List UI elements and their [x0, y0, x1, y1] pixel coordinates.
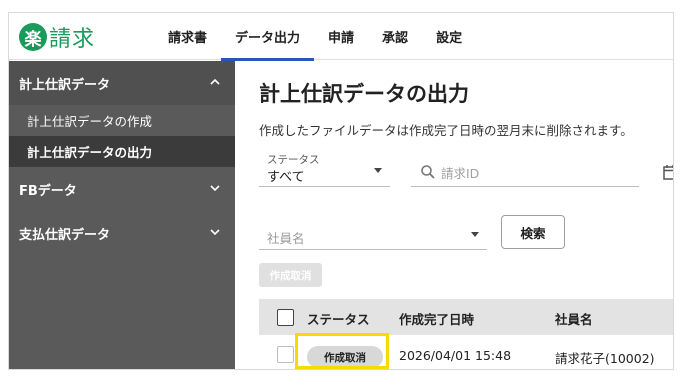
column-header-status[interactable]: ステータス [307, 309, 370, 328]
logo-mark-icon: 楽 [19, 23, 47, 51]
employee-select[interactable]: 社員名 [259, 222, 487, 250]
app-logo[interactable]: 楽 請求 [19, 21, 95, 53]
sidebar-section-fb-data[interactable]: FBデータ [9, 167, 235, 211]
main-content: 計上仕訳データの出力 作成したファイルデータは作成完了日時の翌月末に削除されます… [235, 61, 674, 369]
request-id-input[interactable] [441, 163, 631, 183]
employee-cell: 請求花子(10002) [555, 351, 655, 366]
dropdown-caret-icon [471, 232, 479, 237]
table-header: ステータス 作成完了日時 社員名 [259, 299, 673, 335]
sidebar-section-journal-data[interactable]: 計上仕訳データ [9, 61, 235, 105]
nav-data-output[interactable]: データ出力 [221, 13, 315, 61]
status-select-label: ステータス [267, 154, 320, 166]
calendar-icon[interactable] [663, 164, 674, 180]
journal-table: ステータス 作成完了日時 社員名 作成取消 2026/04/01 15:48 請… [259, 299, 673, 369]
column-header-employee[interactable]: 社員名 [555, 309, 593, 328]
chevron-up-icon [210, 78, 220, 85]
row-checkbox[interactable] [277, 346, 294, 363]
status-select-value: すべて [267, 170, 305, 185]
dropdown-caret-icon [374, 168, 382, 173]
app-window: 楽 請求 請求書 データ出力 申請 承認 設定 計上仕訳データ 計上仕訳データの… [8, 12, 674, 370]
request-id-search [411, 159, 639, 187]
employee-select-placeholder: 社員名 [267, 231, 305, 246]
sidebar-section-payment-journal[interactable]: 支払仕訳データ [9, 211, 235, 255]
sidebar-section-label: 支払仕訳データ [19, 227, 111, 243]
nav-applications[interactable]: 申請 [314, 13, 368, 60]
nav-invoices[interactable]: 請求書 [154, 13, 221, 60]
column-header-completed-at[interactable]: 作成完了日時 [399, 309, 474, 328]
completed-at-cell: 2026/04/01 15:48 [399, 348, 512, 363]
highlight-box [295, 333, 389, 369]
sidebar-section-label: 計上仕訳データ [19, 77, 111, 93]
select-all-checkbox[interactable] [277, 309, 294, 326]
search-button[interactable]: 検索 [501, 215, 565, 249]
top-header: 楽 請求 請求書 データ出力 申請 承認 設定 [9, 13, 673, 61]
sidebar-item-create-journal[interactable]: 計上仕訳データの作成 [9, 105, 235, 136]
nav-settings[interactable]: 設定 [422, 13, 476, 60]
sidebar-section-label: FBデータ [19, 183, 77, 199]
search-icon [421, 165, 435, 179]
status-select[interactable]: ステータス すべて [259, 151, 390, 187]
nav-approvals[interactable]: 承認 [368, 13, 422, 60]
cancel-creation-button[interactable]: 作成取消 [259, 263, 322, 287]
chevron-down-icon [210, 229, 220, 236]
sidebar: 計上仕訳データ 計上仕訳データの作成 計上仕訳データの出力 FBデータ 支払仕訳… [9, 61, 235, 369]
main-nav: 請求書 データ出力 申請 承認 設定 [154, 13, 476, 61]
chevron-down-icon [210, 185, 220, 192]
logo-text: 請求 [49, 27, 96, 52]
sidebar-item-output-journal[interactable]: 計上仕訳データの出力 [9, 136, 235, 167]
page-title: 計上仕訳データの出力 [259, 82, 469, 106]
page-description: 作成したファイルデータは作成完了日時の翌月末に削除されます。 [259, 123, 633, 138]
